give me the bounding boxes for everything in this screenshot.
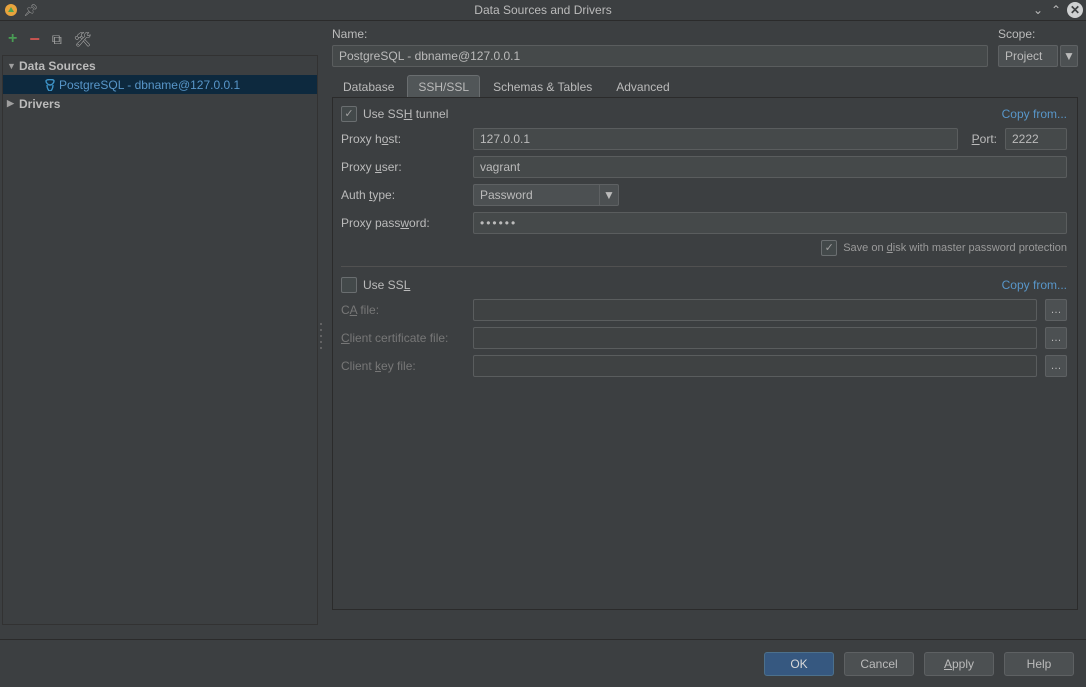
cancel-button[interactable]: Cancel [844,652,914,676]
title-bar: 📌︎ Data Sources and Drivers ⌄ ⌃ ✕ [0,0,1086,21]
ssl-copy-from-link[interactable]: Copy from... [1002,278,1067,292]
ca-file-label: CA file: [341,303,465,317]
main-panel: Name: Scope: Project ▼ Database SSH/SSL … [320,21,1086,639]
proxy-user-input[interactable] [473,156,1067,178]
sidebar-toolbar: + − ⧉ 🛠︎ [2,27,318,51]
tree-section-drivers[interactable]: ▶ Drivers [3,94,317,113]
tree-section-data-sources[interactable]: ▼ Data Sources [3,56,317,75]
tab-ssh-ssl[interactable]: SSH/SSL [407,75,480,97]
splitter-grip[interactable] [318,321,324,351]
proxy-password-label: Proxy password: [341,216,465,230]
client-cert-file-label: Client certificate file: [341,331,465,345]
use-ssh-tunnel-label: Use SSH tunnel [363,107,448,121]
tree-item-postgresql[interactable]: PostgreSQL - dbname@127.0.0.1 [3,75,317,94]
proxy-host-input[interactable] [473,128,958,150]
close-icon[interactable]: ✕ [1067,2,1083,18]
name-input[interactable] [332,45,988,67]
checkbox-checked-icon [341,106,357,122]
tabs: Database SSH/SSL Schemas & Tables Advanc… [332,75,1078,98]
name-label: Name: [332,27,988,41]
sidebar: + − ⧉ 🛠︎ ▼ Data Sources PostgreSQL - dbn… [0,21,320,639]
client-key-browse-button[interactable]: … [1045,355,1067,377]
proxy-host-label: Proxy host: [341,132,465,146]
auth-type-select[interactable]: Password ▼ [473,184,619,206]
copy-icon[interactable]: ⧉ [52,31,62,48]
window-title: Data Sources and Drivers [0,3,1086,17]
data-source-tree: ▼ Data Sources PostgreSQL - dbname@127.0… [2,55,318,625]
use-ssh-tunnel-checkbox[interactable]: Use SSH tunnel [341,106,448,122]
app-icon [4,3,18,17]
chevron-up-icon[interactable]: ⌃ [1049,3,1063,17]
tab-database[interactable]: Database [332,75,405,97]
scope-select[interactable]: Project [998,45,1058,67]
tree-section-label: Data Sources [19,59,96,73]
remove-icon[interactable]: − [29,29,40,50]
disclosure-right-icon[interactable]: ▶ [7,98,17,109]
disclosure-down-icon[interactable]: ▼ [7,61,17,71]
save-on-disk-label: Save on disk with master password protec… [843,242,1067,254]
client-key-file-input [473,355,1037,377]
pin-icon[interactable]: 📌︎ [24,3,38,17]
apply-button[interactable]: Apply [924,652,994,676]
ssh-copy-from-link[interactable]: Copy from... [1002,107,1067,121]
section-divider [341,266,1067,267]
client-key-file-label: Client key file: [341,359,465,373]
proxy-user-label: Proxy user: [341,160,465,174]
checkbox-checked-icon [821,240,837,256]
port-label: Port: [972,132,997,146]
auth-type-label: Auth type: [341,188,465,202]
auth-type-value: Password [474,188,599,202]
scope-label: Scope: [998,27,1058,41]
tree-section-label: Drivers [19,97,60,111]
client-cert-browse-button[interactable]: … [1045,327,1067,349]
add-icon[interactable]: + [8,30,17,48]
ca-file-input [473,299,1037,321]
help-button[interactable]: Help [1004,652,1074,676]
scope-dropdown-button[interactable]: ▼ [1060,45,1078,67]
use-ssl-checkbox[interactable]: Use SSL [341,277,410,293]
save-on-disk-checkbox[interactable]: Save on disk with master password protec… [821,240,1067,256]
use-ssl-label: Use SSL [363,278,410,292]
ssh-ssl-panel: Use SSH tunnel Copy from... Proxy host: … [332,98,1078,610]
scope-value: Project [1005,49,1042,63]
port-input[interactable] [1005,128,1067,150]
ok-button[interactable]: OK [764,652,834,676]
tab-schemas-tables[interactable]: Schemas & Tables [482,75,603,97]
ca-file-browse-button[interactable]: … [1045,299,1067,321]
chevron-down-icon: ▼ [599,185,618,205]
tree-item-label: PostgreSQL - dbname@127.0.0.1 [59,78,240,92]
checkbox-unchecked-icon [341,277,357,293]
postgresql-icon [43,79,57,91]
proxy-password-input[interactable] [473,212,1067,234]
settings-icon[interactable]: 🛠︎ [74,31,92,48]
dialog-footer: OK Cancel Apply Help [0,639,1086,687]
chevron-down-icon[interactable]: ⌄ [1031,3,1045,17]
tab-advanced[interactable]: Advanced [605,75,680,97]
client-cert-file-input [473,327,1037,349]
